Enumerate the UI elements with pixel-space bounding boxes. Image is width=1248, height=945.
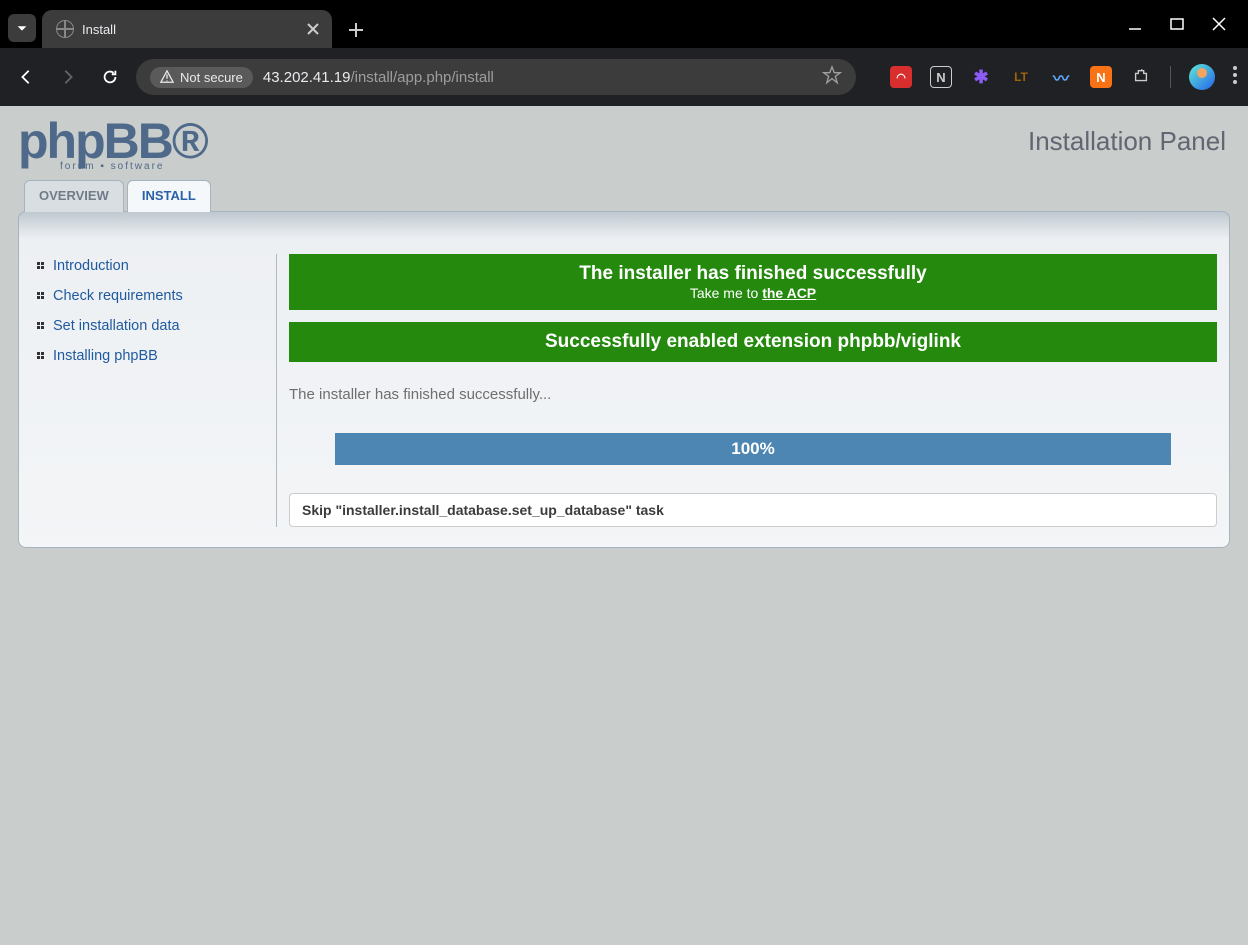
extension-icon[interactable]: ✱ — [970, 66, 992, 88]
sidebar-link[interactable]: Installing phpBB — [53, 348, 158, 364]
success-message-box: The installer has finished successfully … — [289, 254, 1217, 310]
browser-chrome: Install Not secure — [0, 0, 1248, 106]
sidebar-item-set-installation-data: Set installation data — [37, 314, 266, 338]
bullet-icon — [37, 262, 47, 270]
profile-avatar[interactable] — [1189, 64, 1215, 90]
extensions-button[interactable] — [1130, 66, 1152, 88]
tabs: OVERVIEW INSTALL — [18, 180, 1230, 212]
titlebar: Install — [0, 0, 1248, 48]
extension-enabled-text: Successfully enabled extension phpbb/vig… — [299, 331, 1207, 353]
toolbar: Not secure 43.202.41.19/install/app.php/… — [0, 48, 1248, 106]
close-window-button[interactable] — [1212, 17, 1226, 36]
sidebar: Introduction Check requirements Set inst… — [31, 254, 277, 527]
tab-title: Install — [82, 22, 296, 37]
back-button[interactable] — [10, 61, 42, 93]
tab-overview[interactable]: OVERVIEW — [24, 180, 124, 212]
forward-button[interactable] — [52, 61, 84, 93]
url-display: 43.202.41.19/install/app.php/install — [263, 69, 494, 86]
extension-icon[interactable]: LT — [1010, 66, 1032, 88]
extension-enabled-box: Successfully enabled extension phpbb/vig… — [289, 322, 1217, 362]
extension-icon[interactable]: 〰 — [1050, 66, 1072, 88]
window-controls — [1128, 17, 1240, 48]
address-bar[interactable]: Not secure 43.202.41.19/install/app.php/… — [136, 59, 856, 95]
panel-title: Installation Panel — [1028, 126, 1226, 157]
bullet-icon — [37, 292, 47, 300]
extension-icon[interactable]: N — [930, 66, 952, 88]
reload-button[interactable] — [94, 61, 126, 93]
sidebar-item-introduction: Introduction — [37, 254, 266, 278]
maximize-button[interactable] — [1170, 17, 1184, 36]
main-panel: Introduction Check requirements Set inst… — [18, 211, 1230, 548]
log-box: Skip "installer.install_database.set_up_… — [289, 493, 1217, 527]
sidebar-item-check-requirements: Check requirements — [37, 284, 266, 308]
extension-icons: ◠ N ✱ LT 〰 N — [890, 64, 1237, 90]
menu-button[interactable] — [1233, 66, 1237, 89]
progress-wrap: 100% — [289, 433, 1217, 465]
sidebar-item-installing-phpbb: Installing phpBB — [37, 344, 266, 368]
close-tab-button[interactable] — [304, 20, 322, 38]
main-area: The installer has finished successfully … — [277, 254, 1217, 527]
new-tab-button[interactable] — [342, 16, 370, 44]
active-tab[interactable]: Install — [42, 10, 332, 48]
header: phpBB® forum ▪ software Installation Pan… — [18, 116, 1230, 180]
sidebar-link[interactable]: Check requirements — [53, 288, 183, 304]
bullet-icon — [37, 322, 47, 330]
acp-link[interactable]: the ACP — [762, 285, 816, 301]
sidebar-link[interactable]: Set installation data — [53, 318, 180, 334]
divider — [1170, 66, 1171, 88]
status-text: The installer has finished successfully.… — [289, 386, 1217, 403]
globe-icon — [56, 20, 74, 38]
warning-icon — [160, 70, 174, 84]
security-label: Not secure — [180, 70, 243, 85]
tabs-dropdown-button[interactable] — [8, 14, 36, 42]
success-title: The installer has finished successfully — [299, 263, 1207, 285]
extension-icon[interactable]: N — [1090, 66, 1112, 88]
tab-install[interactable]: INSTALL — [127, 180, 211, 212]
bullet-icon — [37, 352, 47, 360]
sidebar-link[interactable]: Introduction — [53, 258, 129, 274]
success-subtitle: Take me to the ACP — [299, 285, 1207, 301]
page-content: phpBB® forum ▪ software Installation Pan… — [0, 106, 1248, 558]
extension-icon[interactable]: ◠ — [890, 66, 912, 88]
bookmark-button[interactable] — [822, 65, 842, 90]
progress-bar: 100% — [335, 433, 1171, 465]
minimize-button[interactable] — [1128, 17, 1142, 36]
phpbb-logo: phpBB® forum ▪ software — [18, 116, 207, 166]
security-chip[interactable]: Not secure — [150, 67, 253, 88]
